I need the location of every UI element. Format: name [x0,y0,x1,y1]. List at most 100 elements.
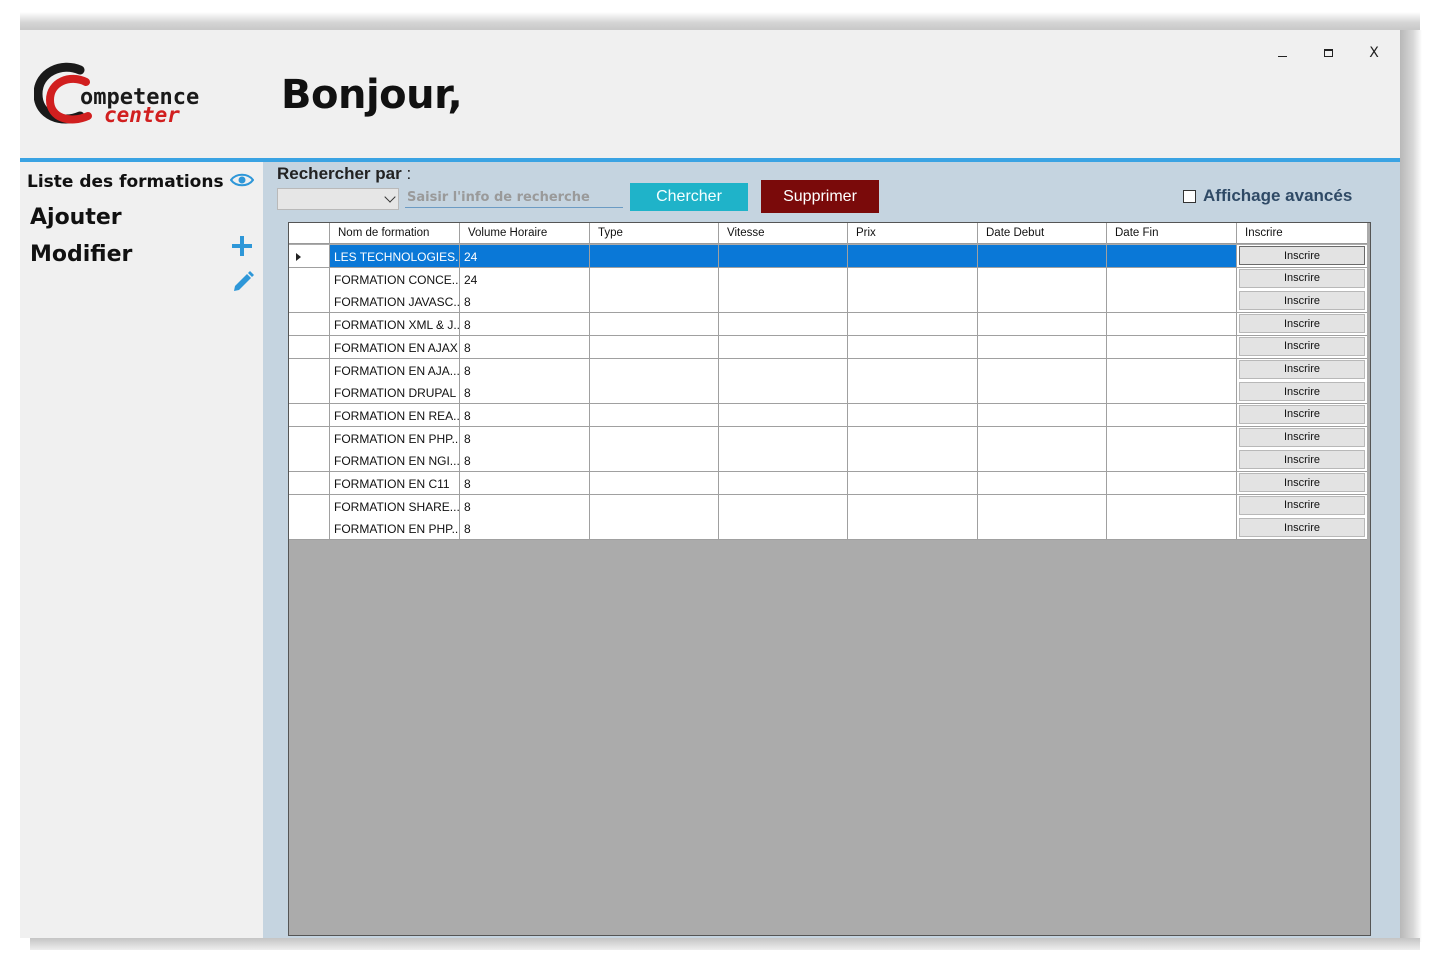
advanced-display-toggle[interactable]: Affichage avancés [1183,186,1352,206]
table-cell[interactable] [719,245,848,268]
table-cell[interactable] [848,517,978,541]
table-cell[interactable] [719,449,848,473]
table-cell[interactable] [848,335,978,359]
table-cell[interactable] [1107,426,1237,450]
table-cell[interactable]: FORMATION EN NGI... [330,449,460,473]
row-header[interactable] [289,381,330,405]
table-cell[interactable]: FORMATION EN AJAX [330,335,460,359]
row-header[interactable] [289,290,330,314]
table-cell[interactable] [719,335,848,359]
inscrire-button[interactable]: Inscrire [1239,336,1365,356]
table-cell[interactable] [848,267,978,291]
table-cell[interactable] [590,517,719,541]
table-cell[interactable]: FORMATION EN AJA... [330,358,460,382]
column-header[interactable]: Vitesse [719,223,848,244]
table-cell[interactable]: FORMATION EN PHP... [330,426,460,450]
table-cell[interactable]: FORMATION DRUPAL [330,381,460,405]
table-cell[interactable] [719,403,848,427]
table-cell[interactable] [590,267,719,291]
table-cell[interactable] [978,335,1107,359]
table-cell[interactable] [590,403,719,427]
table-row[interactable]: FORMATION XML & J... 8 Inscrire [289,313,1367,337]
table-row[interactable]: FORMATION EN REA... 8 Inscrire [289,403,1367,427]
inscrire-button[interactable]: Inscrire [1239,404,1365,424]
row-header[interactable] [289,267,330,291]
table-cell[interactable]: FORMATION CONCE... [330,267,460,291]
table-cell[interactable]: 8 [460,313,590,337]
table-cell[interactable] [719,358,848,382]
row-header[interactable] [289,358,330,382]
table-cell[interactable] [590,335,719,359]
inscrire-button[interactable]: Inscrire [1239,473,1365,492]
table-row[interactable]: FORMATION JAVASC... 8 Inscrire [289,290,1367,314]
close-button[interactable]: X [1362,42,1386,64]
table-cell[interactable] [1107,245,1237,268]
table-cell[interactable] [1107,403,1237,427]
search-button[interactable]: Chercher [630,183,748,211]
sidebar-item-liste-formations[interactable]: Liste des formations [27,172,224,192]
table-cell[interactable] [1107,517,1237,541]
table-cell[interactable] [978,290,1107,314]
inscrire-button[interactable]: Inscrire [1239,450,1365,470]
table-cell[interactable]: FORMATION SHARE... [330,494,460,518]
sidebar-item-ajouter[interactable]: Ajouter [30,205,122,230]
table-cell[interactable] [978,403,1107,427]
table-cell[interactable] [1107,290,1237,314]
sidebar-item-modifier[interactable]: Modifier [30,242,132,267]
table-cell[interactable] [590,494,719,518]
table-cell[interactable] [848,313,978,337]
row-header[interactable] [289,245,330,268]
table-cell[interactable] [590,313,719,337]
table-cell[interactable] [719,494,848,518]
column-header[interactable]: Prix [848,223,978,244]
table-cell[interactable]: FORMATION JAVASC... [330,290,460,314]
inscrire-button[interactable]: Inscrire [1239,246,1365,265]
table-cell[interactable] [848,245,978,268]
table-cell[interactable]: 8 [460,358,590,382]
table-cell[interactable] [719,290,848,314]
table-cell[interactable]: 8 [460,494,590,518]
table-row[interactable]: LES TECHNOLOGIES... 24 Inscrire [289,245,1367,268]
row-header[interactable] [289,494,330,518]
table-cell[interactable] [978,267,1107,291]
table-cell[interactable]: 8 [460,426,590,450]
table-cell[interactable] [1107,335,1237,359]
table-cell[interactable] [590,381,719,405]
inscrire-button[interactable]: Inscrire [1239,291,1365,311]
table-cell[interactable]: 8 [460,403,590,427]
inscrire-button[interactable]: Inscrire [1239,359,1365,379]
search-criteria-select[interactable] [277,188,399,210]
table-cell[interactable] [1107,494,1237,518]
minimize-button[interactable] [1270,42,1294,64]
inscrire-button[interactable]: Inscrire [1239,518,1365,538]
maximize-button[interactable] [1316,42,1340,64]
table-cell[interactable]: 24 [460,245,590,268]
table-cell[interactable] [719,472,848,495]
table-row[interactable]: FORMATION EN C11 8 Inscrire [289,472,1367,495]
row-header[interactable] [289,449,330,473]
column-header[interactable]: Nom de formation [330,223,460,244]
table-cell[interactable]: LES TECHNOLOGIES... [330,245,460,268]
table-cell[interactable] [1107,449,1237,473]
table-cell[interactable] [978,381,1107,405]
search-input[interactable] [405,188,623,208]
table-cell[interactable] [848,449,978,473]
row-header[interactable] [289,426,330,450]
table-cell[interactable] [978,245,1107,268]
table-cell[interactable] [719,313,848,337]
table-cell[interactable] [1107,313,1237,337]
inscrire-button[interactable]: Inscrire [1239,268,1365,288]
column-header[interactable]: Inscrire [1237,223,1367,244]
table-cell[interactable]: 8 [460,381,590,405]
inscrire-button[interactable]: Inscrire [1239,314,1365,334]
row-header[interactable] [289,517,330,541]
table-cell[interactable] [719,517,848,541]
table-cell[interactable] [1107,472,1237,495]
eye-icon[interactable] [230,172,254,188]
column-header[interactable]: Date Fin [1107,223,1237,244]
row-header[interactable] [289,472,330,495]
column-header[interactable]: Type [590,223,719,244]
table-cell[interactable] [848,472,978,495]
table-cell[interactable]: FORMATION EN C11 [330,472,460,495]
table-cell[interactable] [848,290,978,314]
